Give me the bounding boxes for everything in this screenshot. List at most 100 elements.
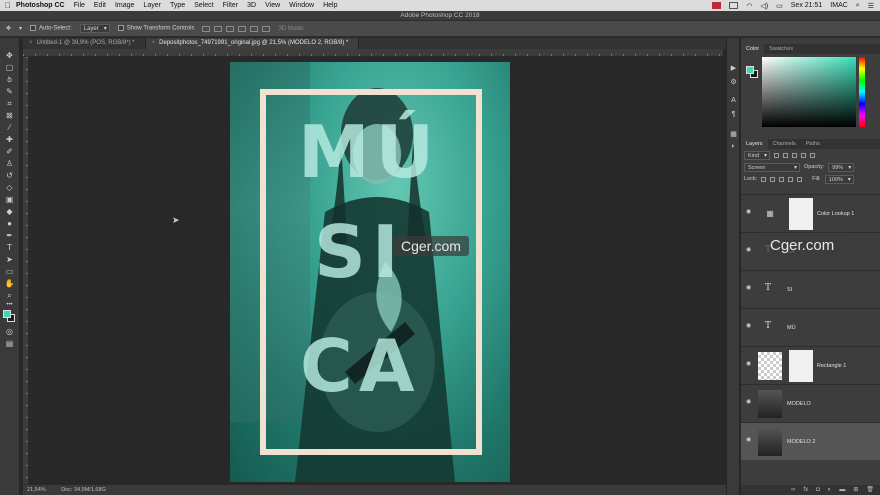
tool-preset-dropdown[interactable]: ▾ bbox=[19, 25, 22, 32]
battery-icon[interactable]: ▭ bbox=[776, 2, 783, 10]
visibility-eye-icon[interactable]: ◉ bbox=[746, 247, 752, 253]
artwork[interactable]: MÚ SI CA bbox=[230, 62, 510, 482]
history-icon[interactable]: ▶ bbox=[729, 64, 738, 73]
menu-help[interactable]: Help bbox=[323, 2, 337, 9]
close-tab-icon[interactable]: × bbox=[152, 40, 156, 46]
history-brush-icon[interactable]: ↺ bbox=[3, 170, 16, 181]
spotlight-icon[interactable]: ⌕ bbox=[856, 2, 860, 10]
shape-icon[interactable]: ▭ bbox=[3, 266, 16, 277]
fx-icon[interactable]: fx bbox=[803, 485, 808, 495]
marquee-icon[interactable]: ▢ bbox=[3, 62, 16, 73]
align-center-icon[interactable] bbox=[250, 25, 259, 32]
align-top-icon[interactable] bbox=[202, 25, 211, 32]
lock-position-icon[interactable] bbox=[779, 176, 785, 182]
quick-mask-icon[interactable]: ◎ bbox=[3, 326, 16, 337]
align-bottom-icon[interactable] bbox=[226, 25, 235, 32]
move-tool-icon[interactable]: ✥ bbox=[6, 25, 11, 32]
ruler-horizontal[interactable] bbox=[23, 49, 723, 57]
canvas-area[interactable]: MÚ SI CA ➤ bbox=[30, 57, 723, 484]
ruler-vertical[interactable] bbox=[23, 57, 29, 484]
healing-icon[interactable]: ✚ bbox=[3, 134, 16, 145]
dodge-icon[interactable]: ● bbox=[3, 218, 16, 229]
new-layer-icon[interactable]: ⊞ bbox=[853, 485, 858, 495]
eraser-icon[interactable]: ◇ bbox=[3, 182, 16, 193]
clock[interactable]: Sex 21:51 bbox=[791, 2, 823, 9]
foreground-color-swatch[interactable] bbox=[3, 310, 11, 318]
path-select-icon[interactable]: ➤ bbox=[3, 254, 16, 265]
crop-icon[interactable]: ⌗ bbox=[3, 98, 16, 109]
menu-view[interactable]: View bbox=[265, 2, 280, 9]
display-icon[interactable] bbox=[729, 2, 739, 9]
menu-edit[interactable]: Edit bbox=[94, 2, 106, 9]
link-icon[interactable]: ∞ bbox=[791, 485, 795, 495]
pen-icon[interactable]: ✒ bbox=[3, 230, 16, 241]
tab-channels[interactable]: Channels bbox=[768, 139, 801, 149]
menu-image[interactable]: Image bbox=[115, 2, 134, 9]
filter-shape-icon[interactable] bbox=[801, 152, 807, 158]
layer-text-si[interactable]: ◉ T SI bbox=[741, 270, 880, 308]
app-menu[interactable]: Photoshop CC bbox=[16, 2, 65, 9]
layer-rectangle[interactable]: ◉ Rectangle 1 bbox=[741, 346, 880, 384]
layer-text-mu[interactable]: ◉ T MÚ bbox=[741, 308, 880, 346]
opacity-input[interactable]: 99% bbox=[828, 162, 855, 172]
color-fg-swatch[interactable] bbox=[746, 66, 754, 74]
character-icon[interactable]: A bbox=[729, 96, 738, 105]
hue-slider[interactable] bbox=[859, 57, 865, 127]
apple-icon[interactable]:  bbox=[0, 1, 16, 10]
stamp-icon[interactable]: ♙ bbox=[3, 158, 16, 169]
menu-filter[interactable]: Filter bbox=[223, 2, 239, 9]
type-icon[interactable]: T bbox=[3, 242, 16, 253]
layer-modelo[interactable]: ◉ MODELO bbox=[741, 384, 880, 422]
close-tab-icon[interactable]: × bbox=[29, 40, 33, 46]
auto-select-option[interactable]: Auto-Select: bbox=[30, 25, 72, 32]
record-icon[interactable] bbox=[712, 2, 722, 9]
paragraph-icon[interactable]: ¶ bbox=[729, 110, 738, 119]
visibility-eye-icon[interactable]: ◉ bbox=[746, 399, 752, 405]
visibility-eye-icon[interactable]: ◉ bbox=[746, 209, 752, 215]
libraries-icon[interactable]: ▦ bbox=[729, 130, 738, 139]
blur-icon[interactable]: ◆ bbox=[3, 206, 16, 217]
brush-icon[interactable]: ✐ bbox=[3, 146, 16, 157]
quick-select-icon[interactable]: ✎ bbox=[3, 86, 16, 97]
adjustments-icon[interactable]: ◐ bbox=[729, 142, 738, 151]
auto-select-target-dropdown[interactable]: Layer bbox=[79, 24, 110, 33]
move-icon[interactable]: ✥ bbox=[3, 50, 16, 61]
menu-type[interactable]: Type bbox=[170, 2, 185, 9]
layer-color-lookup[interactable]: ◉ ▦ Color Lookup 1 bbox=[741, 194, 880, 232]
menu-layer[interactable]: Layer bbox=[143, 2, 161, 9]
visibility-eye-icon[interactable]: ◉ bbox=[746, 361, 752, 367]
user-name[interactable]: IMAC bbox=[830, 2, 848, 9]
screen-mode-icon[interactable]: ▤ bbox=[3, 338, 16, 349]
filter-adjust-icon[interactable] bbox=[783, 152, 789, 158]
layer-modelo-2[interactable]: ◉ MODELO 2 bbox=[741, 422, 880, 460]
tab-untitled[interactable]: × Untitled-1 @ 39,9% (POS, RGB/8*) * bbox=[23, 38, 146, 49]
lock-pixels-icon[interactable] bbox=[770, 176, 776, 182]
filter-kind-dropdown[interactable]: Kind bbox=[744, 150, 771, 160]
visibility-eye-icon[interactable]: ◉ bbox=[746, 323, 752, 329]
frame-icon[interactable]: ⊠ bbox=[3, 110, 16, 121]
color-field[interactable] bbox=[762, 57, 856, 127]
auto-select-checkbox[interactable] bbox=[30, 25, 37, 32]
tab-depositphotos[interactable]: × Depositphotos_74971991_original.jpg @ 2… bbox=[145, 38, 360, 49]
adjustment-icon[interactable]: ◐ bbox=[828, 485, 832, 495]
volume-icon[interactable]: ◁) bbox=[760, 2, 768, 10]
properties-icon[interactable]: ⚙ bbox=[729, 78, 738, 87]
hand-icon[interactable]: ✋ bbox=[3, 278, 16, 289]
layer-mask-thumb[interactable] bbox=[789, 198, 813, 230]
visibility-eye-icon[interactable]: ◉ bbox=[746, 437, 752, 443]
notifications-icon[interactable]: ☰ bbox=[868, 2, 874, 10]
fill-input[interactable]: 100% bbox=[824, 174, 854, 184]
menu-file[interactable]: File bbox=[74, 2, 85, 9]
align-middle-icon[interactable] bbox=[214, 25, 223, 32]
lock-transparent-icon[interactable] bbox=[761, 176, 767, 182]
align-right-icon[interactable] bbox=[262, 25, 271, 32]
wifi-icon[interactable]: ◠ bbox=[746, 2, 752, 10]
trash-icon[interactable]: 🗑 bbox=[866, 485, 874, 495]
visibility-eye-icon[interactable]: ◉ bbox=[746, 285, 752, 291]
lock-artboard-icon[interactable] bbox=[788, 176, 794, 182]
menu-3d[interactable]: 3D bbox=[247, 2, 256, 9]
show-transform-option[interactable]: Show Transform Controls bbox=[117, 25, 194, 32]
mask-icon[interactable]: ◘ bbox=[816, 485, 820, 495]
doc-size[interactable]: Doc: 34,9M/1,68G bbox=[61, 487, 106, 493]
tab-layers[interactable]: Layers bbox=[741, 139, 768, 149]
